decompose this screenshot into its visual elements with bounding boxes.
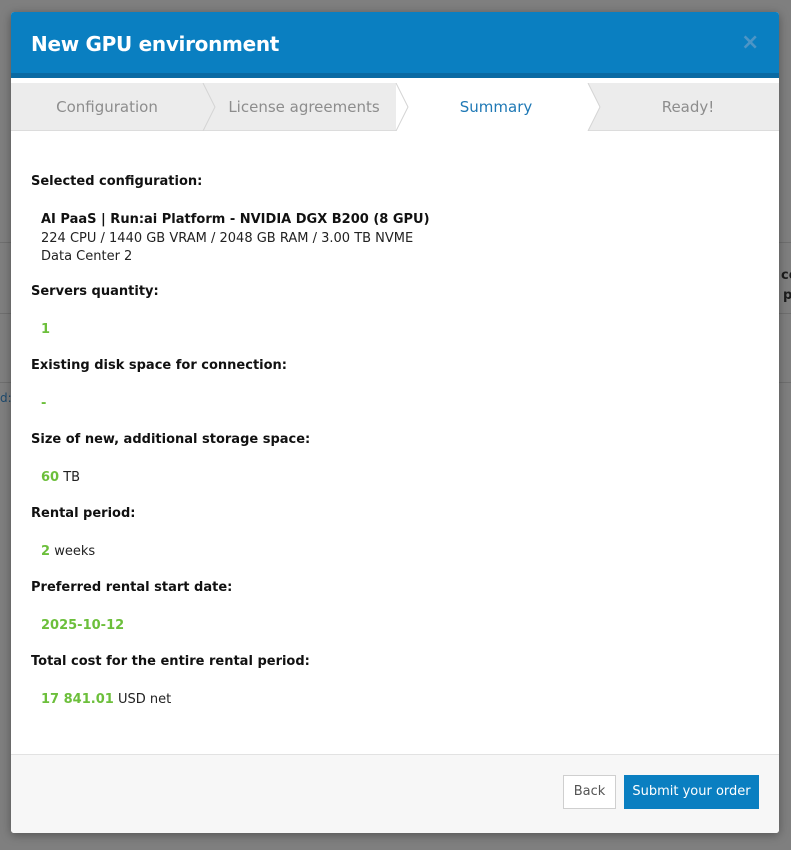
start-date-number: 2025-10-12 bbox=[41, 618, 125, 633]
background-link: d: bbox=[0, 391, 12, 405]
modal-footer: Back Submit your order bbox=[11, 754, 779, 833]
step-configuration[interactable]: Configuration bbox=[11, 83, 203, 131]
configuration-name: AI PaaS | Run:ai Platform - NVIDIA DGX B… bbox=[41, 212, 430, 227]
close-icon[interactable]: × bbox=[741, 32, 759, 54]
new-storage-label: Size of new, additional storage space: bbox=[31, 432, 311, 447]
existing-disk-number: - bbox=[41, 396, 47, 411]
total-cost-label: Total cost for the entire rental period: bbox=[31, 654, 310, 669]
rental-period-label: Rental period: bbox=[31, 506, 136, 521]
total-cost-value: 17 841.01 USD net bbox=[41, 692, 171, 707]
start-date-label: Preferred rental start date: bbox=[31, 580, 233, 595]
modal-header: New GPU environment × bbox=[11, 12, 779, 78]
step-license-agreements[interactable]: License agreements bbox=[208, 83, 400, 131]
existing-disk-value: - bbox=[41, 396, 46, 411]
rental-period-unit: weeks bbox=[54, 544, 96, 559]
start-date-value: 2025-10-12 bbox=[41, 618, 124, 633]
servers-quantity-value: 1 bbox=[41, 322, 50, 337]
background-text: ce bbox=[781, 268, 791, 283]
servers-quantity-label: Servers quantity: bbox=[31, 284, 159, 299]
servers-quantity-number: 1 bbox=[41, 322, 51, 337]
rental-period-value: 2 weeks bbox=[41, 544, 95, 559]
configuration-specs: 224 CPU / 1440 GB VRAM / 2048 GB RAM / 3… bbox=[41, 231, 414, 246]
modal-title: New GPU environment bbox=[31, 32, 280, 56]
step-ready[interactable]: Ready! bbox=[592, 83, 779, 131]
new-storage-number: 60 bbox=[41, 470, 60, 485]
selected-configuration-label: Selected configuration: bbox=[31, 174, 203, 189]
rental-period-number: 2 bbox=[41, 544, 51, 559]
total-cost-number: 17 841.01 bbox=[41, 692, 114, 707]
new-storage-unit: TB bbox=[63, 470, 81, 485]
submit-order-button[interactable]: Submit your order bbox=[624, 775, 759, 809]
wizard-steps: Configuration License agreements Summary… bbox=[11, 83, 779, 131]
existing-disk-label: Existing disk space for connection: bbox=[31, 358, 288, 373]
background-text: p bbox=[783, 288, 791, 303]
configuration-location: Data Center 2 bbox=[41, 249, 133, 264]
new-storage-value: 60 TB bbox=[41, 470, 80, 485]
new-gpu-environment-modal: New GPU environment × Configuration Lice… bbox=[11, 12, 779, 833]
total-cost-unit: USD net bbox=[117, 692, 172, 707]
step-summary[interactable]: Summary bbox=[400, 83, 592, 131]
back-button[interactable]: Back bbox=[563, 775, 616, 809]
